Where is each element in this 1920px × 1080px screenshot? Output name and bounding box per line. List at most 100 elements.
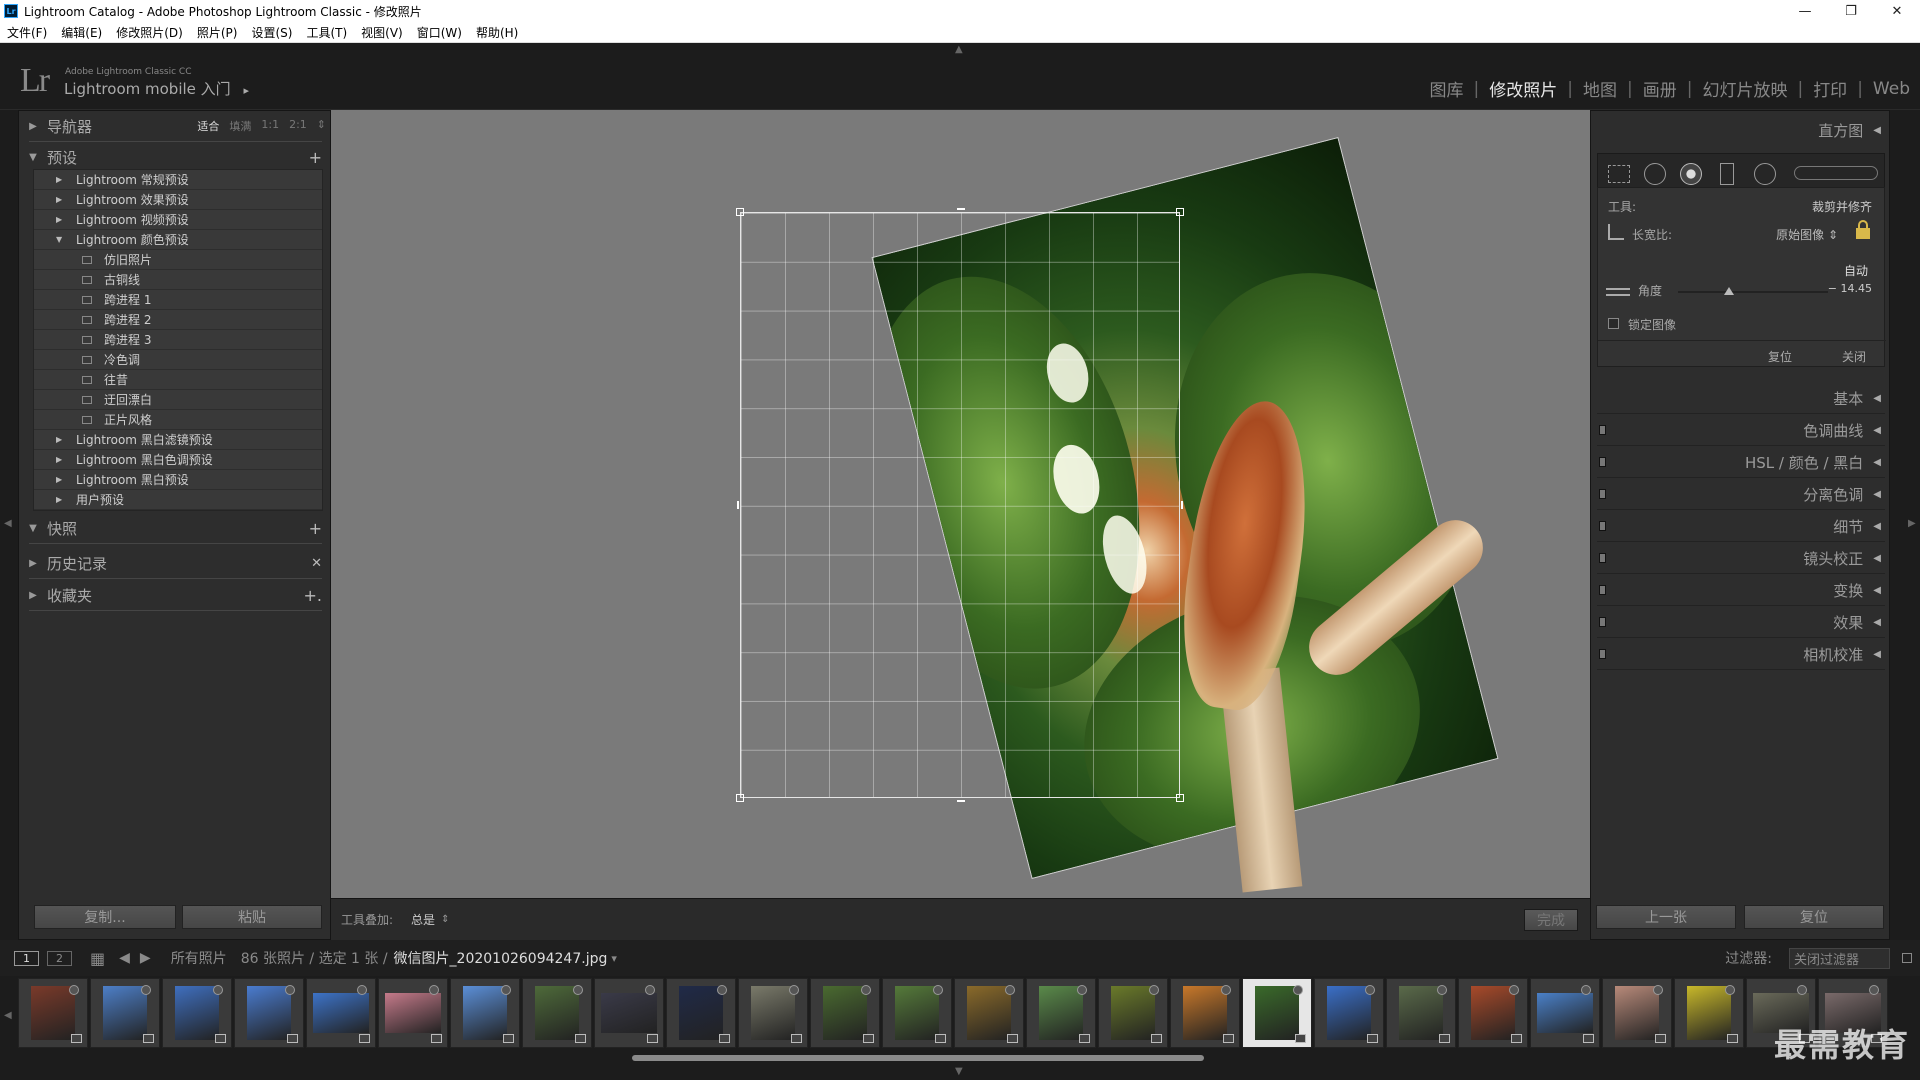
menu-edit[interactable]: 编辑(E) (54, 24, 109, 41)
filmstrip-thumbnail[interactable] (1098, 978, 1168, 1048)
add-preset-icon[interactable]: + (309, 148, 322, 167)
straighten-tool-icon[interactable] (1606, 288, 1630, 296)
filmstrip-thumbnail[interactable] (738, 978, 808, 1048)
filter-lock-icon[interactable] (1902, 953, 1912, 963)
module-web[interactable]: Web (1873, 79, 1910, 99)
radial-filter-icon[interactable] (1754, 163, 1776, 185)
preset-item[interactable]: 迂回漂白 (34, 390, 322, 410)
crop-handle-left[interactable] (737, 501, 741, 509)
red-eye-icon[interactable] (1680, 163, 1702, 185)
panel-header[interactable]: 变换 ◀ (1597, 577, 1885, 603)
histogram-header[interactable]: 直方图 ◀ (1597, 117, 1885, 143)
menu-settings[interactable]: 设置(S) (244, 24, 299, 41)
module-library[interactable]: 图库 (1430, 76, 1464, 101)
filmstrip-thumbnail[interactable] (1170, 978, 1240, 1048)
crop-overlay[interactable] (736, 208, 1184, 802)
menu-help[interactable]: 帮助(H) (469, 24, 525, 41)
tool-overlay-select[interactable]: 总是 (411, 911, 435, 928)
collections-header[interactable]: ▶ 收藏夹 +. (19, 580, 332, 610)
previous-button[interactable]: 上一张 (1596, 905, 1736, 929)
menu-view[interactable]: 视图(V) (354, 24, 410, 41)
filmstrip-thumbnail[interactable] (1458, 978, 1528, 1048)
panel-header[interactable]: 效果 ◀ (1597, 609, 1885, 635)
top-panel-toggle-icon[interactable]: ▲ (955, 44, 963, 55)
filmstrip-thumbnail[interactable] (450, 978, 520, 1048)
crop-handle-right[interactable] (1179, 501, 1183, 509)
angle-slider-thumb[interactable] (1723, 287, 1734, 295)
add-snapshot-icon[interactable]: + (309, 519, 322, 538)
preset-item[interactable]: 跨进程 1 (34, 290, 322, 310)
filmstrip-thumbnail[interactable] (810, 978, 880, 1048)
lightroom-mobile-link[interactable]: Lightroom mobile 入门 ▸ (64, 78, 249, 99)
copy-settings-button[interactable]: 复制... (34, 905, 176, 929)
panel-toggle-switch[interactable] (1599, 649, 1606, 659)
filmstrip-thumbnail[interactable] (1674, 978, 1744, 1048)
filmstrip-thumbnail[interactable] (18, 978, 88, 1048)
primary-window-button[interactable]: 1 (14, 950, 39, 966)
zoom-stepper-icon[interactable]: ⇕ (317, 118, 326, 134)
filmstrip-thumbnail[interactable] (378, 978, 448, 1048)
restore-button[interactable]: ❐ (1828, 0, 1874, 22)
preset-folder[interactable]: ▼ Lightroom 颜色预设 (34, 230, 322, 250)
filter-select[interactable]: 关闭过滤器 (1788, 947, 1890, 969)
filmstrip-thumbnail[interactable] (882, 978, 952, 1048)
grid-view-icon[interactable]: ▦ (90, 949, 105, 968)
panel-toggle-switch[interactable] (1599, 457, 1606, 467)
menu-photo[interactable]: 照片(P) (190, 24, 245, 41)
filmstrip-thumbnail[interactable] (1026, 978, 1096, 1048)
add-collection-icon[interactable]: +. (304, 586, 323, 605)
module-map[interactable]: 地图 (1583, 76, 1617, 101)
preset-folder[interactable]: ▶ Lightroom 常规预设 (34, 170, 322, 190)
filmstrip-left-icon[interactable]: ◀ (4, 1010, 12, 1021)
auto-straighten-button[interactable]: 自动 (1844, 262, 1868, 279)
filmstrip-thumbnail[interactable] (954, 978, 1024, 1048)
preset-folder[interactable]: ▶ Lightroom 黑白预设 (34, 470, 322, 490)
crop-tool-icon[interactable] (1608, 165, 1630, 183)
panel-header[interactable]: 细节 ◀ (1597, 513, 1885, 539)
filmstrip-thumbnail[interactable] (162, 978, 232, 1048)
filmstrip-toggle-icon[interactable]: ▼ (955, 1066, 963, 1077)
preset-item[interactable]: 跨进程 3 (34, 330, 322, 350)
crop-handle-br[interactable] (1176, 794, 1184, 802)
preset-item[interactable]: 冷色调 (34, 350, 322, 370)
presets-header[interactable]: ▼ 预设 + (19, 142, 332, 172)
zoom-2-1[interactable]: 2:1 (289, 118, 307, 134)
preset-item[interactable]: 正片风格 (34, 410, 322, 430)
panel-header[interactable]: HSL / 颜色 / 黑白 ◀ (1597, 449, 1885, 475)
filmstrip-thumbnail[interactable] (1530, 978, 1600, 1048)
crop-handle-bl[interactable] (736, 794, 744, 802)
filmstrip-thumbnail[interactable] (1386, 978, 1456, 1048)
navigator-header[interactable]: ▶ 导航器 适合 填满 1:1 2:1 ⇕ (19, 111, 332, 141)
preset-item[interactable]: 跨进程 2 (34, 310, 322, 330)
filmstrip-thumbnail[interactable] (1602, 978, 1672, 1048)
crop-handle-bottom[interactable] (957, 798, 965, 802)
clear-history-icon[interactable]: ✕ (311, 556, 322, 571)
menu-tools[interactable]: 工具(T) (299, 24, 354, 41)
close-button[interactable]: ✕ (1874, 0, 1920, 22)
panel-header[interactable]: 色调曲线 ◀ (1597, 417, 1885, 443)
panel-toggle-switch[interactable] (1599, 425, 1606, 435)
panel-header[interactable]: 相机校准 ◀ (1597, 641, 1885, 667)
filmstrip-thumbnail[interactable] (666, 978, 736, 1048)
module-slideshow[interactable]: 幻灯片放映 (1702, 76, 1787, 101)
right-panel-toggle-icon[interactable]: ▶ (1908, 518, 1916, 529)
preset-item[interactable]: 往昔 (34, 370, 322, 390)
secondary-window-button[interactable]: 2 (47, 950, 72, 966)
crop-frame-icon[interactable] (1608, 224, 1624, 240)
panel-header[interactable]: 镜头校正 ◀ (1597, 545, 1885, 571)
crop-handle-tr[interactable] (1176, 208, 1184, 216)
graduated-filter-icon[interactable] (1720, 163, 1734, 185)
lock-icon[interactable] (1856, 220, 1870, 240)
panel-toggle-switch[interactable] (1599, 489, 1606, 499)
constrain-checkbox[interactable] (1608, 318, 1619, 329)
panel-header[interactable]: 分离色调 ◀ (1597, 481, 1885, 507)
module-book[interactable]: 画册 (1643, 76, 1677, 101)
crop-handle-tl[interactable] (736, 208, 744, 216)
preset-folder[interactable]: ▶ Lightroom 黑白滤镜预设 (34, 430, 322, 450)
minimize-button[interactable]: — (1782, 0, 1828, 22)
panel-toggle-switch[interactable] (1599, 553, 1606, 563)
paste-settings-button[interactable]: 粘贴 (182, 905, 322, 929)
filmstrip-thumbnail[interactable] (594, 978, 664, 1048)
crop-reset-button[interactable]: 复位 (1768, 348, 1792, 365)
zoom-fit[interactable]: 适合 (197, 118, 219, 134)
